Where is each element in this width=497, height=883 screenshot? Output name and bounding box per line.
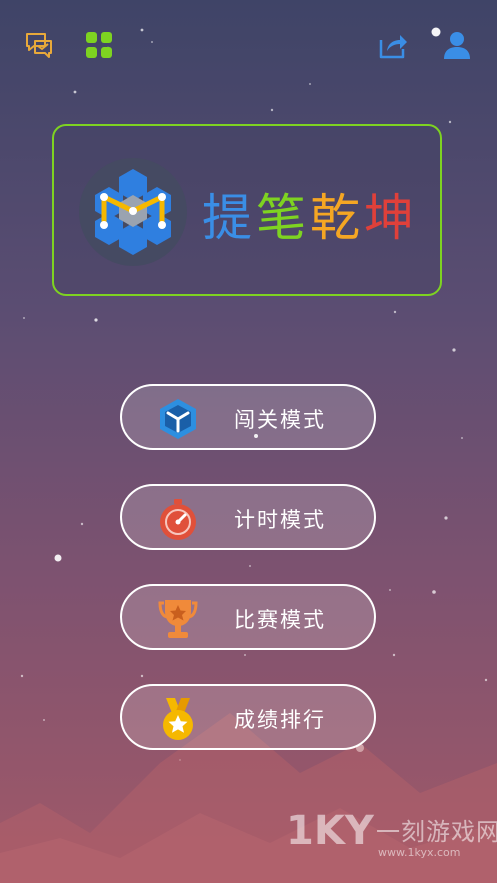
trophy-icon — [158, 600, 198, 638]
timed-mode-label: 计时模式 — [234, 508, 326, 532]
title-char-4: 坤 — [364, 189, 418, 247]
hexagon-logo-icon — [79, 158, 187, 266]
chat-bubbles-icon — [26, 33, 52, 58]
stopwatch-icon — [160, 499, 196, 540]
match-mode-label: 比赛模式 — [234, 608, 326, 632]
watermark-site-name: 一刻游戏网 — [376, 818, 497, 846]
share-icon — [379, 35, 407, 59]
app-title: 提笔乾坤 — [202, 178, 418, 250]
level-mode-button[interactable]: 闯关模式 — [120, 384, 376, 450]
watermark-url: www.1kyx.com — [378, 846, 461, 859]
title-char-3: 乾 — [310, 189, 364, 247]
profile-button[interactable] — [440, 28, 474, 62]
medal-icon — [163, 698, 193, 740]
title-char-2: 笔 — [256, 189, 310, 247]
leaderboard-label: 成绩排行 — [234, 708, 326, 732]
watermark-brand: 1KY — [286, 808, 374, 854]
timed-mode-button[interactable]: 计时模式 — [120, 484, 376, 550]
feedback-button[interactable] — [22, 28, 56, 62]
title-char-1: 提 — [202, 189, 256, 247]
more-games-button[interactable] — [82, 28, 116, 62]
match-mode-button[interactable]: 比赛模式 — [120, 584, 376, 650]
share-button[interactable] — [376, 28, 410, 62]
logo-card: 提笔乾坤 — [52, 124, 442, 296]
grid-icon — [86, 32, 112, 58]
leaderboard-button[interactable]: 成绩排行 — [120, 684, 376, 750]
level-mode-label: 闯关模式 — [234, 408, 326, 432]
cube-icon — [160, 399, 196, 439]
user-icon — [444, 32, 470, 59]
